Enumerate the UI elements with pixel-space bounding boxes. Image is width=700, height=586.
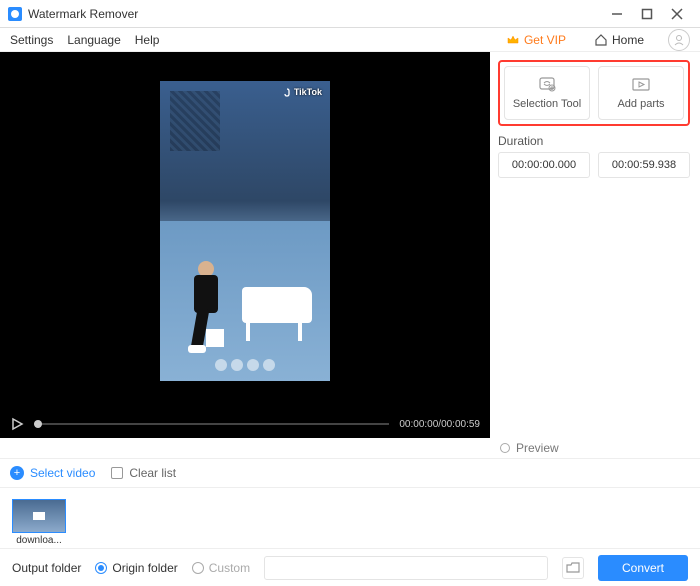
menu-bar: Settings Language Help Get VIP Home [0, 28, 700, 52]
custom-folder-radio[interactable]: Custom [192, 561, 250, 575]
thumbnail-list: downloa... [0, 488, 700, 548]
video-list-toolbar: + Select video Clear list [0, 458, 700, 488]
add-parts-label: Add parts [617, 98, 664, 110]
custom-folder-label: Custom [209, 561, 250, 575]
menu-help[interactable]: Help [135, 33, 160, 47]
duration-label: Duration [498, 134, 690, 148]
user-icon [673, 34, 685, 46]
preview-radio[interactable] [500, 443, 510, 453]
duration-start-input[interactable]: 00:00:00.000 [498, 152, 590, 178]
browse-button[interactable] [562, 557, 584, 579]
get-vip-label: Get VIP [524, 33, 566, 47]
plus-icon: + [10, 466, 24, 480]
selection-tool-button[interactable]: Selection Tool [504, 66, 590, 120]
add-parts-button[interactable]: Add parts [598, 66, 684, 120]
close-button[interactable] [662, 0, 692, 28]
home-button[interactable]: Home [594, 33, 644, 47]
duration-end-input[interactable]: 00:00:59.938 [598, 152, 690, 178]
convert-button[interactable]: Convert [598, 555, 688, 581]
video-preview[interactable]: TikTok [0, 52, 490, 410]
video-frame: TikTok [160, 81, 330, 381]
app-icon [8, 7, 22, 21]
folder-icon [566, 562, 580, 574]
radio-dot-off [192, 562, 204, 574]
home-label: Home [612, 33, 644, 47]
maximize-button[interactable] [632, 0, 662, 28]
minimize-button[interactable] [602, 0, 632, 28]
video-thumbnail[interactable]: downloa... [12, 499, 66, 546]
play-bar: 00:00:00/00:00:59 [0, 410, 490, 438]
origin-folder-label: Origin folder [112, 561, 177, 575]
origin-folder-radio[interactable]: Origin folder [95, 561, 177, 575]
preview-row: Preview [0, 438, 700, 458]
thumbnail-image [12, 499, 66, 533]
select-video-button[interactable]: + Select video [10, 466, 95, 480]
play-button[interactable] [10, 417, 24, 431]
bottom-bar: Output folder Origin folder Custom Conve… [0, 548, 700, 586]
play-icon [10, 417, 24, 431]
home-icon [594, 33, 608, 47]
clear-list-label: Clear list [129, 466, 176, 480]
tiktok-watermark: TikTok [283, 87, 322, 97]
side-panel: Selection Tool Add parts Duration 00:00:… [490, 52, 700, 410]
radio-dot-on [95, 562, 107, 574]
clear-list-button[interactable]: Clear list [111, 466, 176, 480]
thumbnail-name: downloa... [12, 535, 66, 546]
get-vip-button[interactable]: Get VIP [506, 33, 566, 47]
add-parts-icon [630, 76, 652, 94]
clear-icon [111, 467, 123, 479]
user-avatar[interactable] [668, 29, 690, 51]
output-path-input[interactable] [264, 556, 548, 580]
selection-icon [536, 76, 558, 94]
tools-highlight: Selection Tool Add parts [498, 60, 690, 126]
app-title: Watermark Remover [28, 7, 138, 21]
preview-label: Preview [516, 441, 559, 455]
menu-settings[interactable]: Settings [10, 33, 53, 47]
timecode: 00:00:00/00:00:59 [399, 419, 480, 430]
crown-icon [506, 33, 520, 47]
seek-track[interactable] [34, 423, 389, 425]
select-video-label: Select video [30, 466, 95, 480]
title-bar: Watermark Remover [0, 0, 700, 28]
output-folder-label: Output folder [12, 561, 81, 575]
menu-language[interactable]: Language [67, 33, 120, 47]
selection-tool-label: Selection Tool [513, 98, 581, 110]
